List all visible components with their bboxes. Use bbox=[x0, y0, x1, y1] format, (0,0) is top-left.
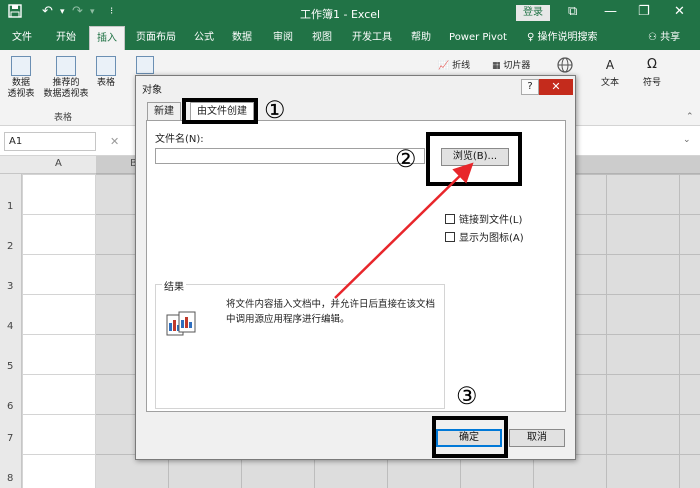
annotation-arrow bbox=[334, 162, 474, 299]
